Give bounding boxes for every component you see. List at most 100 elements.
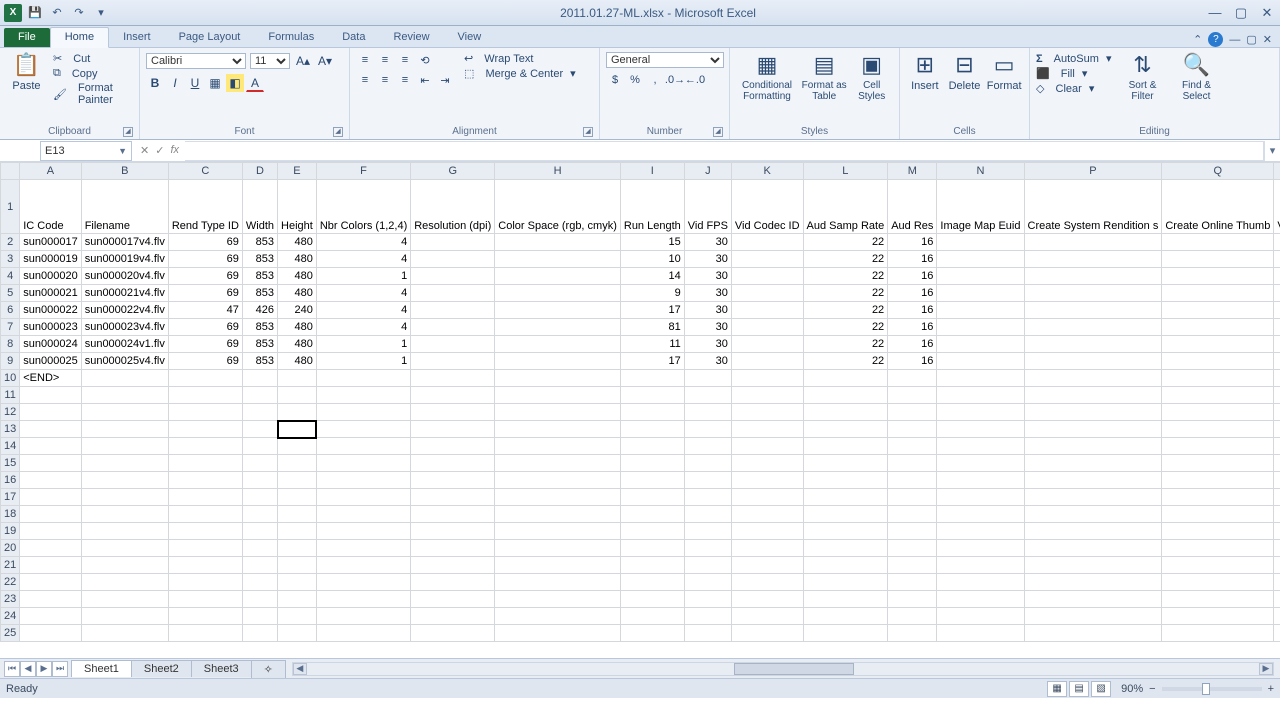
cell[interactable]: [278, 608, 317, 625]
cell[interactable]: [278, 404, 317, 421]
cell[interactable]: [731, 285, 803, 302]
cell[interactable]: [937, 608, 1024, 625]
cell[interactable]: [495, 421, 621, 438]
cell[interactable]: [242, 608, 277, 625]
cell[interactable]: [278, 625, 317, 642]
cell[interactable]: [1162, 506, 1274, 523]
cell[interactable]: [81, 625, 168, 642]
cell[interactable]: [937, 370, 1024, 387]
cell[interactable]: [411, 625, 495, 642]
cell[interactable]: 1: [316, 336, 410, 353]
column-header[interactable]: F: [316, 163, 410, 180]
format-cells-button[interactable]: ▭Format: [985, 52, 1023, 92]
cell[interactable]: [168, 421, 242, 438]
cell[interactable]: [731, 234, 803, 251]
cell[interactable]: [1024, 251, 1162, 268]
cell[interactable]: 22: [803, 251, 888, 268]
font-size-select[interactable]: 11: [250, 53, 290, 69]
cell[interactable]: [731, 421, 803, 438]
column-header[interactable]: C: [168, 163, 242, 180]
align-center-button[interactable]: ≡: [376, 72, 394, 88]
tab-file[interactable]: File: [4, 28, 50, 47]
column-headers[interactable]: ABCDEFGHIJKLMNPQRSAAABFil: [1, 163, 1280, 180]
minimize-button[interactable]: ―: [1206, 5, 1224, 21]
doc-close-button[interactable]: ✕: [1263, 33, 1272, 46]
cell[interactable]: [1024, 336, 1162, 353]
cell[interactable]: 22: [803, 234, 888, 251]
row-header[interactable]: 25: [1, 625, 20, 642]
cell[interactable]: [803, 489, 888, 506]
cell[interactable]: [1162, 421, 1274, 438]
conditional-formatting-button[interactable]: ▦Conditional Formatting: [736, 52, 798, 102]
cell[interactable]: sun000021: [20, 285, 81, 302]
tab-data[interactable]: Data: [328, 28, 379, 47]
cell[interactable]: [411, 455, 495, 472]
cell[interactable]: [684, 404, 731, 421]
border-button[interactable]: ▦: [206, 74, 224, 92]
cell[interactable]: [684, 557, 731, 574]
tab-insert[interactable]: Insert: [109, 28, 165, 47]
cell[interactable]: 1: [316, 268, 410, 285]
cell[interactable]: 853: [242, 319, 277, 336]
sheet-tab-1[interactable]: Sheet1: [71, 660, 132, 677]
cell[interactable]: [803, 523, 888, 540]
insert-cells-button[interactable]: ⊞Insert: [906, 52, 944, 92]
alignment-dialog-launcher[interactable]: ◢: [583, 127, 593, 137]
fx-icon[interactable]: fx: [170, 144, 179, 157]
align-left-button[interactable]: ≡: [356, 72, 374, 88]
cell[interactable]: [411, 472, 495, 489]
cell[interactable]: [937, 489, 1024, 506]
cell[interactable]: [937, 285, 1024, 302]
cell[interactable]: [316, 608, 410, 625]
cell[interactable]: [731, 506, 803, 523]
cell[interactable]: 10: [620, 251, 684, 268]
cell[interactable]: sun000023v4.flv: [81, 319, 168, 336]
cell[interactable]: sun000022: [20, 302, 81, 319]
cell[interactable]: [81, 404, 168, 421]
cell[interactable]: [1274, 302, 1280, 319]
row-header[interactable]: 9: [1, 353, 20, 370]
cell[interactable]: [1024, 591, 1162, 608]
cell[interactable]: [242, 489, 277, 506]
cell[interactable]: [937, 540, 1024, 557]
cell[interactable]: [937, 234, 1024, 251]
sheet-tab-2[interactable]: Sheet2: [131, 660, 192, 677]
cell[interactable]: 11: [620, 336, 684, 353]
cell[interactable]: [620, 574, 684, 591]
cell[interactable]: [620, 625, 684, 642]
cell[interactable]: [937, 574, 1024, 591]
cell[interactable]: [495, 336, 621, 353]
header-cell[interactable]: Color Space (rgb, cmyk): [495, 180, 621, 234]
cell[interactable]: [411, 234, 495, 251]
cell[interactable]: [81, 574, 168, 591]
cell[interactable]: [888, 557, 937, 574]
cell[interactable]: [1274, 438, 1280, 455]
cell[interactable]: [1024, 285, 1162, 302]
cell[interactable]: 30: [684, 319, 731, 336]
cell[interactable]: [1162, 438, 1274, 455]
currency-button[interactable]: $: [606, 72, 624, 88]
cell[interactable]: [731, 557, 803, 574]
cell[interactable]: [1162, 234, 1274, 251]
header-cell[interactable]: Aud Samp Rate: [803, 180, 888, 234]
cell[interactable]: 9: [620, 285, 684, 302]
column-header[interactable]: H: [495, 163, 621, 180]
cell[interactable]: [495, 523, 621, 540]
cell[interactable]: [242, 557, 277, 574]
cell[interactable]: [316, 387, 410, 404]
cell[interactable]: [278, 523, 317, 540]
cell[interactable]: [411, 506, 495, 523]
cell[interactable]: [20, 421, 81, 438]
cell[interactable]: [1024, 421, 1162, 438]
autosum-button[interactable]: Σ AutoSum ▾: [1036, 52, 1112, 65]
cell[interactable]: [81, 557, 168, 574]
cell[interactable]: [278, 574, 317, 591]
cell[interactable]: [1162, 574, 1274, 591]
cell[interactable]: [411, 285, 495, 302]
cell[interactable]: [1024, 472, 1162, 489]
cell[interactable]: [242, 523, 277, 540]
cell[interactable]: [81, 489, 168, 506]
cell[interactable]: [803, 574, 888, 591]
cell[interactable]: sun000023: [20, 319, 81, 336]
cell[interactable]: [803, 404, 888, 421]
